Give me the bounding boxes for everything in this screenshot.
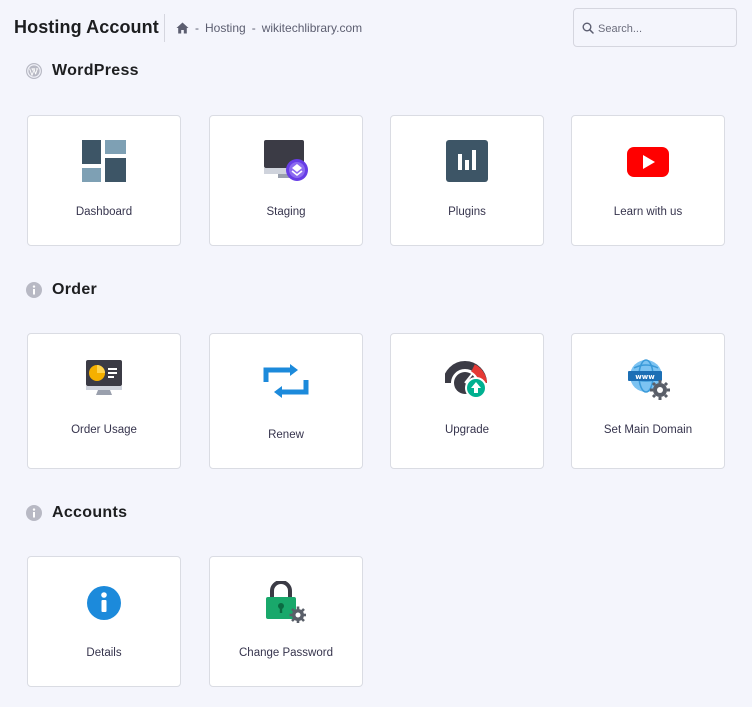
- breadcrumb-separator: -: [195, 21, 199, 35]
- header: Hosting Account - Hosting - wikitechlibr…: [0, 0, 752, 56]
- section-order: Order: [26, 281, 97, 299]
- info-icon: [26, 282, 42, 298]
- card-label: Plugins: [448, 206, 486, 218]
- order-usage-card[interactable]: Order Usage: [27, 333, 181, 469]
- card-label: Upgrade: [444, 424, 490, 436]
- card-label: Learn with us: [613, 206, 683, 218]
- order-usage-icon: [86, 360, 122, 395]
- breadcrumb-separator: -: [251, 21, 256, 35]
- dashboard-card[interactable]: Dashboard: [27, 115, 181, 246]
- upgrade-icon: [445, 361, 487, 399]
- renew-card[interactable]: Renew: [209, 333, 363, 469]
- section-wordpress: WordPress: [26, 62, 139, 80]
- plugins-icon: [446, 140, 488, 182]
- change-password-icon: [266, 581, 306, 623]
- header-divider: [164, 14, 165, 42]
- svg-text:www: www: [635, 373, 655, 381]
- section-accounts: Accounts: [26, 504, 127, 522]
- details-card[interactable]: Details: [27, 556, 181, 687]
- card-label: Change Password: [239, 647, 333, 659]
- renew-icon: [263, 364, 309, 398]
- card-label: Staging: [266, 206, 306, 218]
- card-label: Renew: [268, 429, 304, 441]
- upgrade-card[interactable]: Upgrade: [390, 333, 544, 469]
- change-password-card[interactable]: Change Password: [209, 556, 363, 687]
- set-main-domain-icon: www: [628, 359, 670, 400]
- staging-card[interactable]: Staging: [209, 115, 363, 246]
- info-icon: [26, 505, 42, 521]
- card-label: Details: [86, 647, 122, 659]
- wordpress-icon: [26, 63, 42, 79]
- search-icon: [582, 22, 594, 34]
- set-main-domain-card[interactable]: www Set Main Domain: [571, 333, 725, 469]
- plugins-card[interactable]: Plugins: [390, 115, 544, 246]
- home-icon[interactable]: [176, 22, 189, 34]
- page-title: Hosting Account: [14, 17, 159, 37]
- section-title: Accounts: [52, 504, 128, 521]
- dashboard-icon: [82, 140, 126, 182]
- learn-with-us-card[interactable]: Learn with us: [571, 115, 725, 246]
- details-icon: [87, 586, 121, 620]
- staging-icon: [264, 140, 308, 181]
- breadcrumb-domain[interactable]: wikitechlibrary.com: [262, 21, 362, 35]
- section-title: Order: [52, 281, 98, 298]
- section-title: WordPress: [52, 62, 139, 79]
- search-box[interactable]: [573, 8, 737, 47]
- card-label: Dashboard: [75, 206, 133, 218]
- youtube-icon: [627, 147, 669, 177]
- card-label: Set Main Domain: [603, 424, 693, 436]
- search-input[interactable]: [596, 19, 734, 39]
- breadcrumb: - Hosting - wikitechlibrary.com: [176, 21, 362, 35]
- card-label: Order Usage: [71, 424, 137, 436]
- breadcrumb-hosting[interactable]: Hosting: [205, 21, 246, 35]
